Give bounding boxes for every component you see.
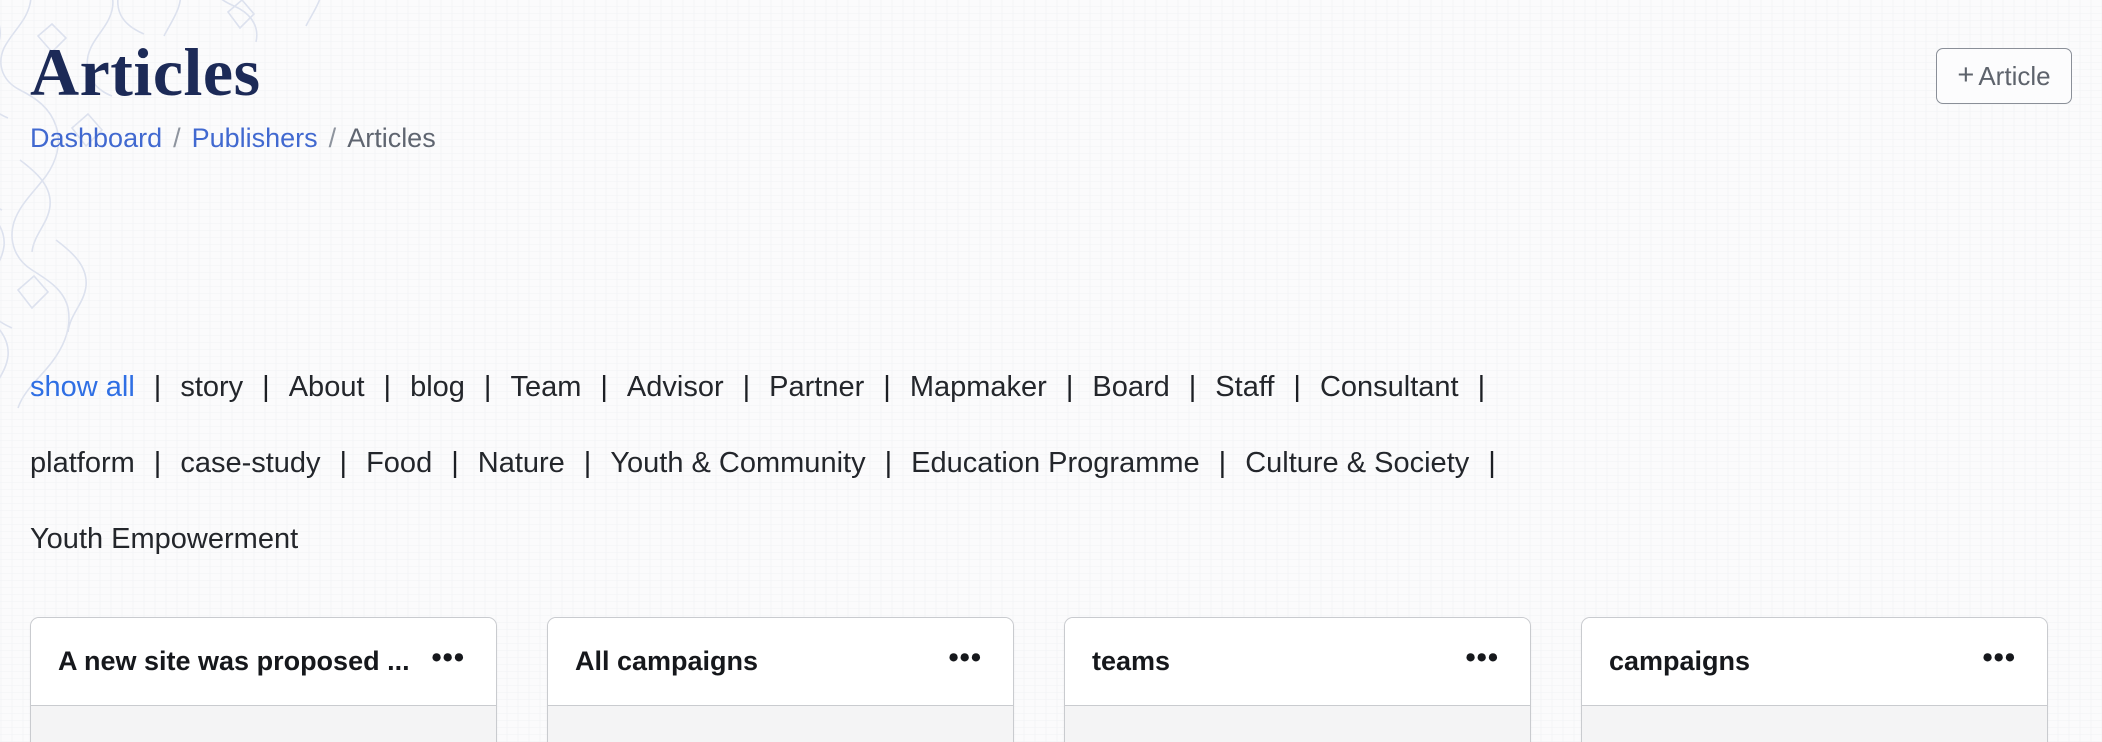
breadcrumb-separator: /: [328, 123, 337, 153]
filter-separator: |: [884, 447, 893, 479]
filter-separator: |: [383, 371, 392, 403]
filter-item-platform[interactable]: platform: [30, 446, 135, 480]
plus-icon: +: [1957, 58, 1975, 91]
breadcrumb-item-publishers[interactable]: Publishers: [192, 123, 318, 153]
filter-separator: |: [1188, 371, 1197, 403]
more-options-icon[interactable]: •••: [418, 643, 469, 681]
page-title: Articles: [30, 34, 261, 110]
article-card[interactable]: A new site was proposed ... •••: [30, 617, 497, 742]
article-card-title: A new site was proposed ...: [58, 646, 410, 676]
more-options-icon[interactable]: •••: [1969, 643, 2020, 681]
filter-item-food[interactable]: Food: [366, 446, 432, 480]
article-card-header: teams •••: [1065, 618, 1530, 706]
filter-separator: |: [600, 371, 608, 403]
filter-separator: |: [262, 371, 270, 403]
filter-item-culture-society[interactable]: Culture & Society: [1245, 446, 1469, 480]
more-options-icon[interactable]: •••: [935, 643, 986, 681]
filter-separator: |: [1218, 447, 1227, 479]
filter-item-case-study[interactable]: case-study: [180, 446, 320, 480]
filter-item-show-all[interactable]: show all: [30, 370, 135, 404]
filter-item-advisor[interactable]: Advisor: [627, 370, 724, 404]
filter-item-nature[interactable]: Nature: [478, 446, 565, 480]
filter-item-about[interactable]: About: [289, 370, 365, 404]
filter-separator: |: [451, 447, 459, 479]
filter-item-team[interactable]: Team: [510, 370, 581, 404]
article-card-title: All campaigns: [575, 646, 759, 676]
article-card-grid: A new site was proposed ... ••• All campai…: [30, 617, 2072, 742]
filter-separator: |: [483, 371, 492, 403]
category-filter-row: show all | story | About | blog | Team | Advisor | P…: [30, 370, 2072, 446]
articles-page: Articles Dashboard / Publishers / Articles +…: [0, 0, 2102, 742]
category-filter-row: platform | case-study | Food | Nature | Youth & …: [30, 446, 2072, 522]
filter-separator: |: [583, 447, 592, 479]
filter-item-blog[interactable]: blog: [410, 370, 465, 404]
breadcrumb-item-dashboard[interactable]: Dashboard: [30, 123, 162, 153]
category-filter-row: Youth Empowerment: [30, 522, 2072, 598]
article-card-header: A new site was proposed ... •••: [31, 618, 496, 706]
filter-separator: |: [1065, 371, 1074, 403]
filter-item-youth-empowerment[interactable]: Youth Empowerment: [30, 522, 298, 556]
more-options-icon[interactable]: •••: [1452, 643, 1503, 681]
article-card-header: campaigns •••: [1582, 618, 2047, 706]
filter-separator: |: [339, 447, 348, 479]
breadcrumb-item-articles: Articles: [347, 123, 436, 153]
article-card-header: All campaigns •••: [548, 618, 1013, 706]
filter-separator: |: [1293, 371, 1301, 403]
filter-item-youth-community[interactable]: Youth & Community: [610, 446, 865, 480]
category-filter-bar: show all | story | About | blog | Team | Advisor | P…: [30, 370, 2072, 598]
article-card[interactable]: teams •••: [1064, 617, 1531, 742]
filter-separator: |: [1488, 447, 1496, 479]
filter-item-education-programme[interactable]: Education Programme: [911, 446, 1200, 480]
filter-item-staff[interactable]: Staff: [1215, 370, 1274, 404]
add-article-button-label: Article: [1978, 60, 2051, 91]
article-card-body: [31, 706, 496, 742]
filter-item-story[interactable]: story: [180, 370, 243, 404]
article-card-title: teams: [1092, 646, 1171, 676]
filter-separator: |: [1477, 371, 1486, 403]
page-header: Articles Dashboard / Publishers / Articles: [30, 34, 2072, 164]
filter-item-mapmaker[interactable]: Mapmaker: [910, 370, 1047, 404]
article-card-body: [1065, 706, 1530, 742]
article-card-title: campaigns: [1609, 646, 1751, 676]
filter-item-board[interactable]: Board: [1092, 370, 1169, 404]
article-card[interactable]: campaigns •••: [1581, 617, 2048, 742]
filter-separator: |: [883, 371, 891, 403]
filter-separator: |: [153, 447, 162, 479]
article-card-body: [1582, 706, 2047, 742]
breadcrumb-separator: /: [173, 123, 181, 153]
add-article-button[interactable]: + Article: [1936, 48, 2072, 104]
filter-item-consultant[interactable]: Consultant: [1320, 370, 1459, 404]
filter-separator: |: [153, 371, 162, 403]
filter-separator: |: [742, 371, 751, 403]
article-card-body: [548, 706, 1013, 742]
breadcrumb: Dashboard / Publishers / Articles: [30, 122, 2072, 154]
article-card[interactable]: All campaigns •••: [547, 617, 1014, 742]
filter-item-partner[interactable]: Partner: [769, 370, 864, 404]
